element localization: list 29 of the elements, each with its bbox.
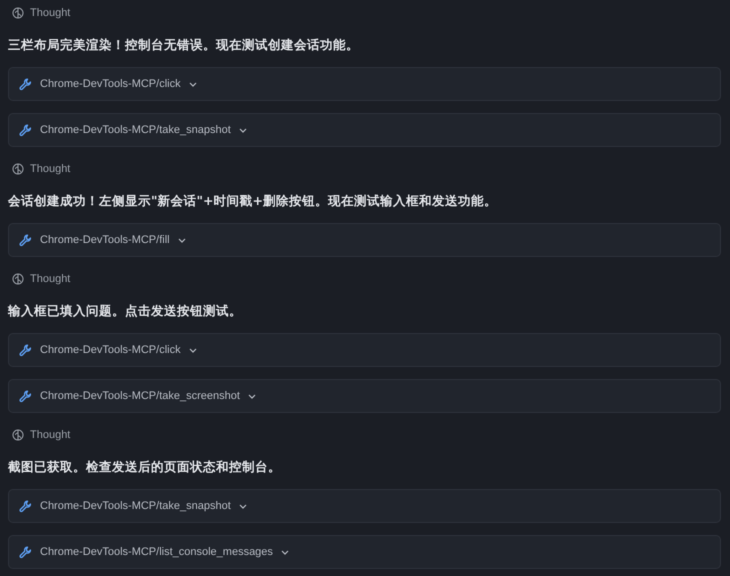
- thought-label: Thought: [30, 7, 70, 19]
- tool-call-row[interactable]: Chrome-DevTools-MCP/take_screenshot: [8, 379, 721, 413]
- assistant-message: 输入框已填入问题。点击发送按钮测试。: [8, 302, 242, 320]
- assistant-message: 会话创建成功！左侧显示"新会话"+时间戳+删除按钮。现在测试输入框和发送功能。: [8, 192, 497, 210]
- thought-label: Thought: [30, 163, 70, 175]
- tool-call-row[interactable]: Chrome-DevTools-MCP/take_snapshot: [8, 113, 721, 147]
- wrench-icon: [19, 124, 32, 136]
- wrench-icon: [19, 78, 32, 90]
- chevron-down-icon: [238, 128, 247, 132]
- tool-call-row[interactable]: Chrome-DevTools-MCP/click: [8, 67, 721, 101]
- thought-label: Thought: [30, 429, 70, 441]
- assistant-message: 截图已获取。检查发送后的页面状态和控制台。: [8, 458, 281, 476]
- chevron-down-icon: [188, 348, 197, 352]
- chevron-down-icon: [188, 82, 197, 86]
- wrench-icon: [19, 234, 32, 246]
- wrench-icon: [19, 390, 32, 402]
- tool-call-row[interactable]: Chrome-DevTools-MCP/list_console_messages: [8, 535, 721, 569]
- tool-call-row[interactable]: Chrome-DevTools-MCP/take_snapshot: [8, 489, 721, 523]
- tool-call-row[interactable]: Chrome-DevTools-MCP/fill: [8, 223, 721, 257]
- chevron-down-icon: [280, 550, 289, 554]
- assistant-message: 三栏布局完美渲染！控制台无错误。现在测试创建会话功能。: [8, 36, 359, 54]
- tool-call-row[interactable]: Chrome-DevTools-MCP/click: [8, 333, 721, 367]
- chevron-down-icon: [178, 238, 186, 242]
- wrench-icon: [19, 500, 32, 512]
- chevron-down-icon: [238, 504, 247, 508]
- chevron-down-icon: [248, 394, 256, 398]
- thought-label: Thought: [30, 273, 70, 285]
- wrench-icon: [19, 546, 32, 558]
- wrench-icon: [19, 344, 32, 356]
